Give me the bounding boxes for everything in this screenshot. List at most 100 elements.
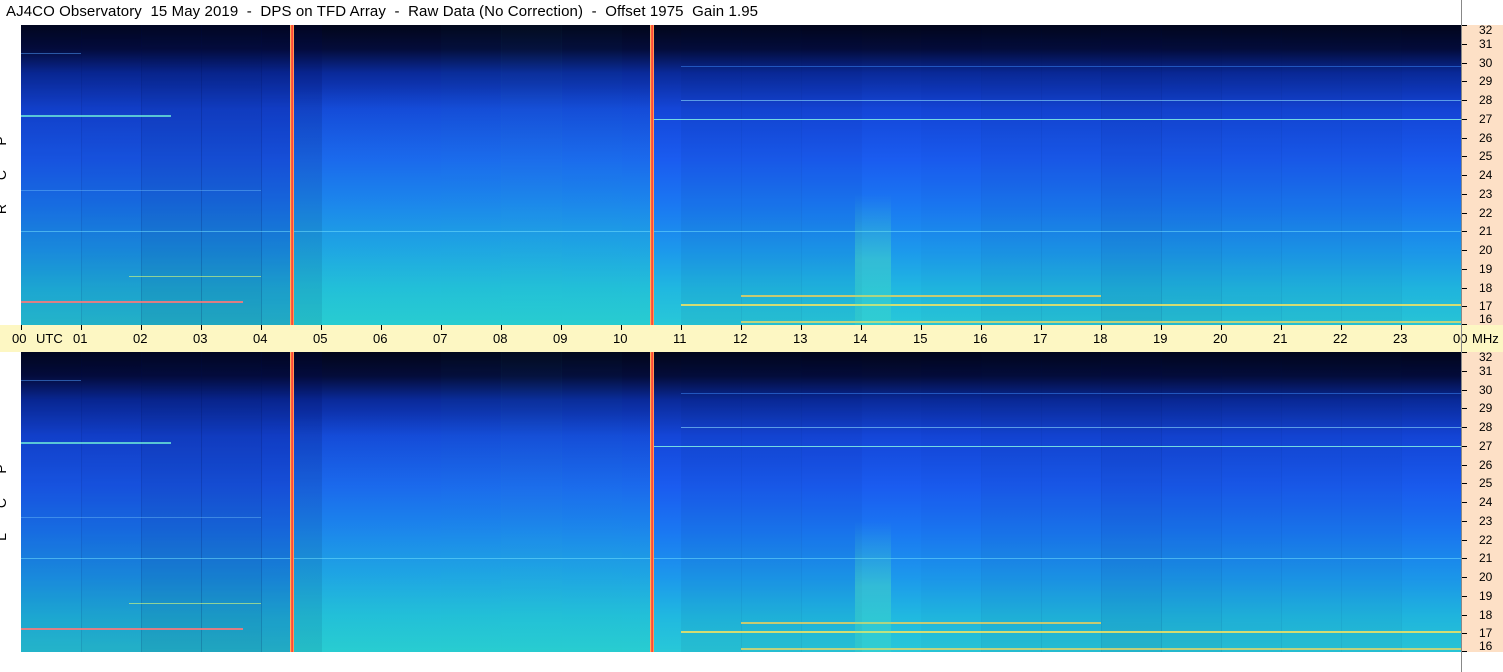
hour-shading [1401,25,1461,325]
polarization-letter: C [0,496,27,510]
polarization-letter: R [0,202,27,216]
time-tick-label: 15 [913,331,928,346]
hour-shading [81,352,142,652]
interference-band [681,66,1461,68]
rcp-polarization-label: PCR [0,124,17,226]
y-tick-label: 31 [1479,363,1493,378]
y-tick-label: 30 [1479,55,1493,70]
hour-shading [141,25,202,325]
time-tick-label: 00 [12,331,27,346]
time-tick-label: 04 [253,331,268,346]
hour-shading [1341,25,1402,325]
time-tick-label: 03 [193,331,208,346]
time-tick-label: 20 [1213,331,1228,346]
time-tick-label: UTC [36,331,63,346]
emission-glow [855,520,891,652]
time-tick-label: 14 [853,331,868,346]
time-tick-label: MHz [1472,331,1499,346]
time-tick-label: 16 [973,331,988,346]
polarization-letter: L [0,530,27,544]
interference-band [681,427,1461,428]
time-tick-label: 06 [373,331,388,346]
hour-shading [981,352,1042,652]
hour-shading [1161,352,1222,652]
time-tick [21,325,22,330]
interference-band [21,380,81,382]
time-tick-label: 02 [133,331,148,346]
interference-band [651,445,1461,447]
y-tick-label: 20 [1479,570,1493,584]
emission-glow [855,193,891,325]
utc-time-axis: 00 UTC 01 02 03 04 05 06 07 08 09 10 11 12 13 14 15 16 17 1… [0,325,1503,352]
interference-band [681,631,1461,634]
interference-band [21,442,171,444]
time-tick [1281,325,1282,330]
time-tick-label: 11 [673,331,687,346]
time-tick [621,325,622,330]
interference-band [21,300,243,303]
interference-band [21,190,261,191]
y-tick-label: 32 [1479,350,1493,364]
time-tick-label: 17 [1033,331,1048,346]
hour-shading [681,352,742,652]
y-tick-label: 32 [1479,23,1493,37]
hour-shading [921,352,982,652]
hour-shading [801,25,862,325]
y-tick-label: 21 [1479,224,1493,239]
hour-shading [681,25,742,325]
time-tick-label: 01 [73,331,88,346]
time-tick [1221,325,1222,330]
hour-shading [21,352,82,652]
interference-band [651,118,1461,120]
y-tick-label: 16 [1479,312,1493,326]
daytime-region [291,352,651,652]
y-tick-label: 28 [1479,420,1493,434]
interference-line [290,352,294,652]
hour-shading [981,25,1042,325]
hour-shading [21,25,82,325]
hour-shading [1101,25,1162,325]
interference-band [681,100,1461,101]
hour-shading [741,352,802,652]
y-tick-label: 31 [1479,36,1493,51]
interference-band [129,276,261,278]
hour-shading [201,25,262,325]
y-tick-label: 23 [1479,186,1493,201]
interference-band [21,558,1461,560]
time-tick [921,325,922,330]
chart-title: AJ4CO Observatory 15 May 2019 - DPS on T… [6,3,759,20]
time-tick-label: 13 [793,331,808,346]
time-tick-label: 19 [1153,331,1168,346]
daytime-region [291,25,651,325]
y-tick-label: 17 [1479,626,1493,641]
hour-shading [1221,25,1282,325]
y-tick-label: 24 [1479,495,1493,509]
rcp-frequency-axis: 32 31 30 29 28 27 26 25 24 23 22 21 20 19 18 17 16 [1461,23,1503,326]
lcp-polarization-label: PCL [0,452,17,554]
hour-shading [201,352,262,652]
y-tick-label: 30 [1479,382,1493,397]
time-tick-label: 10 [613,331,628,346]
time-tick [441,325,442,330]
interference-band [21,53,81,55]
time-tick [561,325,562,330]
y-tick-label: 22 [1479,205,1493,220]
interference-band [21,231,1461,233]
polarization-letter: P [0,462,27,476]
y-tick-label: 29 [1479,401,1493,416]
interference-band [741,295,1101,297]
lcp-spectrogram [21,352,1461,652]
time-tick [1101,325,1102,330]
polarization-letter: P [0,134,27,148]
time-tick [981,325,982,330]
hour-shading [801,352,862,652]
time-tick [861,325,862,330]
time-tick-label: 22 [1333,331,1348,346]
time-tick [681,325,682,330]
interference-band [741,321,1461,324]
rcp-spectrogram [21,25,1461,325]
y-tick-label: 27 [1479,438,1493,453]
time-tick-label: 07 [433,331,448,346]
y-tick-label: 25 [1479,149,1493,164]
hour-shading [1041,25,1102,325]
